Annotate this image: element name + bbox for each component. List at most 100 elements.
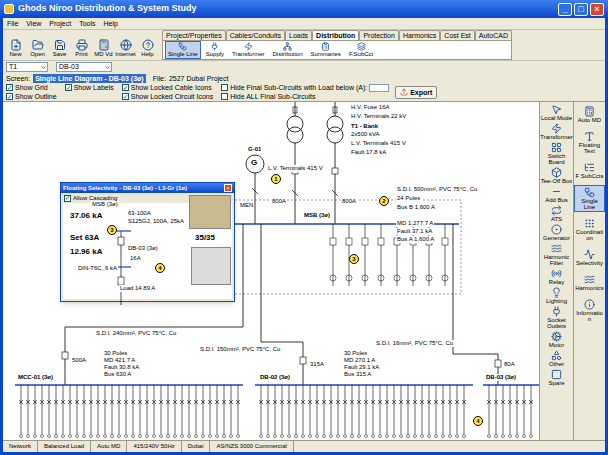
toolbar-button[interactable]: Help xyxy=(137,39,158,58)
diagram-label: 800A xyxy=(271,198,287,205)
selectivity-label: 12.96 kA xyxy=(69,247,103,256)
sidebar-icon xyxy=(584,106,595,117)
sidebar-item[interactable]: Single Line xyxy=(574,185,605,212)
option-checkbox[interactable]: ✓ xyxy=(122,93,129,100)
option[interactable]: ✓Show Outline xyxy=(6,92,57,101)
sidebar-icon xyxy=(584,299,595,310)
floating-selectivity-window[interactable]: Floating Selectivity - DB-03 (3ø) - L3-G… xyxy=(60,182,235,302)
board-name: MCC-01 (3ø) xyxy=(17,374,54,381)
palette-item[interactable]: Tee-Off Box xyxy=(540,167,573,184)
menu-item[interactable]: File xyxy=(7,19,18,29)
subtool-button[interactable]: Summaries xyxy=(308,41,344,59)
option[interactable]: ✓Show Grid xyxy=(6,83,57,92)
cascading-checkbox[interactable]: ✓ xyxy=(64,195,71,202)
sidebar-item[interactable]: Selectivity xyxy=(574,247,605,268)
diagram-label: Bus A 1,600 A xyxy=(396,236,435,243)
palette-item[interactable]: Generator xyxy=(540,224,573,241)
palette-item[interactable]: Harmonic Filter xyxy=(540,243,573,266)
tab[interactable]: Protection xyxy=(359,30,399,40)
option-checkbox[interactable] xyxy=(221,84,228,91)
sidebar-item[interactable]: Information xyxy=(574,297,605,324)
palette-item[interactable]: Spare xyxy=(540,369,573,386)
option-checkbox[interactable]: ✓ xyxy=(6,93,13,100)
palette-item[interactable]: Other xyxy=(540,350,573,367)
option[interactable]: ✓Show Locked Cable Icons xyxy=(122,83,213,92)
diagram-label: MSB (3ø) xyxy=(303,212,331,219)
option[interactable]: ✓Show Locked Circuit Icons xyxy=(122,92,213,101)
option-checkbox[interactable] xyxy=(221,93,228,100)
diagram-label: 80A xyxy=(503,361,516,368)
subtool-button[interactable]: Transformer xyxy=(229,41,267,59)
window-control[interactable]: □ xyxy=(574,3,588,16)
subtool-button[interactable]: Supply xyxy=(203,41,227,59)
menu-item[interactable]: View xyxy=(26,19,41,29)
tab[interactable]: Cost Est xyxy=(440,30,474,40)
palette-item[interactable]: Relay xyxy=(540,268,573,285)
sidebar-item[interactable]: Auto MD xyxy=(574,104,605,125)
palette-item[interactable]: Lighting xyxy=(540,287,573,304)
palette-item[interactable]: Transformer xyxy=(540,123,573,140)
subtool-button[interactable]: F.SubCct xyxy=(346,41,376,59)
dropdown-arrow-icon xyxy=(40,64,47,71)
menu-item[interactable]: Help xyxy=(103,19,117,29)
status-field: 415/240V 50Hz xyxy=(127,441,181,452)
palette-item[interactable]: Switch Board xyxy=(540,142,573,165)
toolbar-button[interactable]: MD Vd xyxy=(93,39,114,58)
window-title-bar[interactable]: Floating Selectivity - DB-03 (3ø) - L3-G… xyxy=(61,183,234,193)
option-checkbox[interactable]: ✓ xyxy=(122,84,129,91)
subtool-button[interactable]: Single Line xyxy=(165,41,201,59)
tab[interactable]: AutoCAD xyxy=(475,30,512,40)
selectivity-label: 63-100A xyxy=(127,210,152,217)
menu-item[interactable]: Tools xyxy=(79,19,95,29)
component-palette: Local Mode Transformer Switch Board Tee-Off… xyxy=(539,102,573,440)
toolbar-icon xyxy=(76,39,88,51)
dropdown[interactable]: T1 xyxy=(6,62,48,72)
diagram-label: G-01 xyxy=(247,146,262,153)
toolbar-button[interactable]: Print xyxy=(71,39,92,58)
subtool-icon xyxy=(321,42,330,51)
selectivity-label: DIN-T6C, 6 kA xyxy=(77,265,118,272)
sidebar-item[interactable]: Coordination xyxy=(574,216,605,243)
tab[interactable]: Cables/Conduits xyxy=(226,30,285,40)
status-field: Network xyxy=(3,441,38,452)
palette-icon xyxy=(551,224,562,235)
diagram-label: 800A xyxy=(341,198,357,205)
tab[interactable]: Distribution xyxy=(312,30,359,40)
palette-item[interactable]: Add Bus xyxy=(540,186,573,203)
diagram-canvas[interactable]: GH.V. Fuse 16AH.V. Terminals 22 kVT1 - B… xyxy=(3,102,539,440)
toolbar-icon xyxy=(54,39,66,51)
selectivity-label: S125GJ, 100A, 25kA xyxy=(127,218,185,225)
dropdown[interactable]: DB-03 xyxy=(56,62,112,72)
tab[interactable]: Project/Properties xyxy=(162,30,226,40)
sidebar-item[interactable]: F SubCcts xyxy=(574,160,605,181)
toolbar-button[interactable]: Save xyxy=(49,39,70,58)
toolbar-button[interactable]: Open xyxy=(27,39,48,58)
board-details: 30 PolesMD 270.1 AFault 29.1 kABus 315 A xyxy=(343,350,380,378)
option[interactable]: Hide Final Sub-Circuits with Load below … xyxy=(221,83,389,92)
window-control[interactable]: × xyxy=(590,3,604,16)
window-control[interactable]: _ xyxy=(558,3,572,16)
palette-item[interactable]: Motor xyxy=(540,331,573,348)
menu-item[interactable]: Project xyxy=(49,19,71,29)
load-threshold-field[interactable] xyxy=(369,84,389,92)
sidebar-item[interactable]: Harmonics xyxy=(574,272,605,293)
option-checkbox[interactable]: ✓ xyxy=(65,84,72,91)
palette-item[interactable]: ATS xyxy=(540,205,573,222)
selectivity-count: 35/35 xyxy=(195,233,215,242)
subtool-button[interactable]: Distribution xyxy=(270,41,306,59)
tab[interactable]: Loads xyxy=(285,30,312,40)
toolbar-button[interactable]: New xyxy=(5,39,26,58)
option-checkbox[interactable]: ✓ xyxy=(6,84,13,91)
tab[interactable]: Harmonics xyxy=(399,30,440,40)
option[interactable]: Hide ALL Final Sub-Circuits xyxy=(221,92,389,101)
close-button[interactable]: × xyxy=(224,184,232,192)
sidebar-item[interactable]: Floating Text xyxy=(574,129,605,156)
export-button[interactable]: Export xyxy=(395,86,437,99)
diagram-label: Fault 17.8 kA xyxy=(350,149,387,156)
toolbar-button[interactable]: Internet xyxy=(115,39,136,58)
title-bar[interactable]: Ghods Niroo Distribution & System Study_… xyxy=(0,0,608,18)
palette-item[interactable]: Local Mode xyxy=(540,104,573,121)
option[interactable]: ✓Show Labels xyxy=(65,83,114,92)
diagram-label: MEN xyxy=(239,202,254,209)
palette-item[interactable]: Socket Outlets xyxy=(540,306,573,329)
